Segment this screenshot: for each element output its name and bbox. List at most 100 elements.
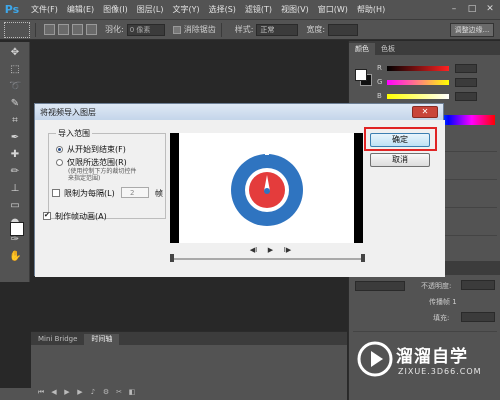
watermark: 溜溜自学 ZIXUE.3D66.COM [356, 330, 481, 390]
next-frame-icon[interactable]: ▶ [76, 388, 84, 396]
menu-select[interactable]: 选择(S) [209, 4, 236, 15]
make-frame-animation-label[interactable]: 制作帧动画(A) [55, 211, 107, 222]
width-input[interactable] [328, 23, 359, 36]
antialias-checkbox[interactable] [172, 25, 181, 34]
preview-transport: ◀I ▶ I▶ [249, 246, 292, 254]
cancel-button[interactable]: 取消 [370, 153, 430, 167]
intersect-selection-icon[interactable] [86, 24, 97, 35]
import-range-group: 导入范围 从开始到结束(F) 仅限所选范围(R) (使用控制下方的裁切控件 来指… [48, 128, 166, 219]
limit-frames-input[interactable]: 2 [121, 187, 149, 198]
audio-icon[interactable]: ♪ [89, 388, 97, 396]
menu-file[interactable]: 文件(F) [31, 4, 58, 15]
green-channel-label: G [377, 78, 383, 86]
menu-bar: Ps 文件(F) 编辑(E) 图像(I) 图层(L) 文字(Y) 选择(S) 滤… [0, 0, 500, 20]
green-value-input[interactable] [455, 77, 477, 87]
stopwatch-illustration [231, 141, 303, 226]
stamp-tool-icon[interactable]: ⊥ [9, 183, 21, 195]
trim-start-handle[interactable] [170, 254, 174, 262]
opacity-label: 不透明度: [421, 282, 452, 290]
tab-color[interactable]: 颜色 [349, 43, 375, 55]
propagate-frame-label: 传播帧 1 [429, 298, 457, 306]
opacity-input[interactable] [461, 280, 495, 290]
watermark-name: 溜溜自学 [396, 347, 468, 367]
settings-icon[interactable]: ⚙ [102, 388, 110, 396]
blue-value-input[interactable] [455, 91, 477, 101]
green-ramp[interactable] [387, 79, 449, 85]
tab-timeline[interactable]: 时间轴 [84, 334, 120, 345]
blue-ramp[interactable] [387, 93, 449, 99]
blue-slider[interactable]: B [377, 91, 495, 101]
menu-layer[interactable]: 图层(L) [137, 4, 164, 15]
play-logo-icon [357, 341, 393, 377]
menu-filter[interactable]: 滤镜(T) [245, 4, 272, 15]
subtract-selection-icon[interactable] [72, 24, 83, 35]
red-ramp[interactable] [387, 65, 449, 71]
stopwatch-crown [262, 141, 272, 151]
radio-from-start-to-end-label[interactable]: 从开始到结束(F) [67, 144, 126, 155]
blue-channel-label: B [377, 92, 382, 100]
radio-from-start-to-end[interactable] [56, 146, 63, 153]
options-bar: 羽化: 0 像素 消除锯齿 样式: 正常 宽度: 调整边缘... [0, 20, 500, 40]
make-frame-animation-checkbox[interactable] [43, 211, 51, 220]
menu-view[interactable]: 视图(V) [281, 4, 309, 15]
prev-frame-icon[interactable]: ◀ [50, 388, 58, 396]
close-window-button[interactable]: ✕ [484, 3, 496, 15]
minimize-button[interactable]: – [448, 3, 460, 15]
eraser-tool-icon[interactable]: ▭ [9, 200, 21, 212]
red-value-input[interactable] [455, 63, 477, 73]
first-frame-icon[interactable]: ⏮ [37, 388, 45, 396]
menu-edit[interactable]: 编辑(E) [67, 4, 94, 15]
window-controls: – □ ✕ [448, 3, 496, 15]
marquee-tool-preset-icon[interactable] [4, 21, 30, 38]
radio-selected-range-label[interactable]: 仅限所选范围(R) [67, 157, 127, 168]
foreground-color-swatch[interactable] [10, 222, 24, 236]
prev-frame-icon[interactable]: ◀I [249, 246, 258, 254]
marquee-tool-icon[interactable]: ⬚ [9, 64, 21, 76]
red-channel-label: R [377, 64, 382, 72]
maximize-button[interactable]: □ [466, 3, 478, 15]
crop-tool-icon[interactable]: ⌗ [9, 115, 21, 127]
move-tool-icon[interactable]: ✥ [9, 47, 21, 59]
quick-select-tool-icon[interactable]: ✎ [9, 98, 21, 110]
timeline-panel: Mini Bridge 时间轴 ⏮ ◀ ▶ ▶ ♪ ⚙ ✂ ◧ [31, 331, 347, 400]
play-icon[interactable]: ▶ [63, 388, 71, 396]
blend-mode-select[interactable] [355, 281, 405, 291]
trim-end-handle[interactable] [361, 254, 365, 262]
cut-icon[interactable]: ✂ [115, 388, 123, 396]
play-icon[interactable]: ▶ [266, 246, 275, 254]
next-frame-icon[interactable]: I▶ [283, 246, 292, 254]
tab-swatches[interactable]: 色板 [375, 43, 401, 55]
add-selection-icon[interactable] [58, 24, 69, 35]
radio-selected-range[interactable] [56, 159, 63, 166]
limit-frames-unit: 帧 [155, 189, 163, 198]
eyedropper-tool-icon[interactable]: ✒ [9, 132, 21, 144]
brush-tool-icon[interactable]: ✏ [9, 166, 21, 178]
highlight-box [364, 127, 437, 151]
refine-edge-button[interactable]: 调整边缘... [450, 23, 494, 37]
trim-scrubber[interactable] [172, 258, 362, 260]
antialias-label: 消除锯齿 [183, 25, 216, 34]
menu-window[interactable]: 窗口(W) [318, 4, 348, 15]
green-slider[interactable]: G [377, 77, 495, 87]
menu-type[interactable]: 文字(Y) [172, 4, 199, 15]
new-selection-icon[interactable] [44, 24, 55, 35]
watermark-url: ZIXUE.3D66.COM [398, 367, 482, 376]
menu-image[interactable]: 图像(I) [103, 4, 128, 15]
fill-input[interactable] [461, 312, 495, 322]
limit-every-checkbox[interactable] [52, 189, 60, 197]
lasso-tool-icon[interactable]: ➰ [9, 81, 21, 93]
style-select[interactable]: 正常 [256, 23, 299, 36]
timeline-tabs: Mini Bridge 时间轴 [31, 332, 347, 345]
hand-tool-icon[interactable]: ✋ [9, 251, 21, 263]
feather-input[interactable]: 0 像素 [126, 23, 165, 36]
red-slider[interactable]: R [377, 63, 495, 73]
transition-icon[interactable]: ◧ [128, 388, 136, 396]
tab-mini-bridge[interactable]: Mini Bridge [31, 334, 84, 345]
limit-every-label[interactable]: 限制为每隔(L) [64, 188, 115, 199]
healing-tool-icon[interactable]: ✚ [9, 149, 21, 161]
stopwatch-pivot [264, 188, 270, 194]
dialog-close-button[interactable]: ✕ [412, 106, 438, 118]
menu-help[interactable]: 帮助(H) [357, 4, 385, 15]
timeline-controls: ⏮ ◀ ▶ ▶ ♪ ⚙ ✂ ◧ [37, 388, 136, 396]
panel-foreground-swatch[interactable] [355, 69, 367, 81]
